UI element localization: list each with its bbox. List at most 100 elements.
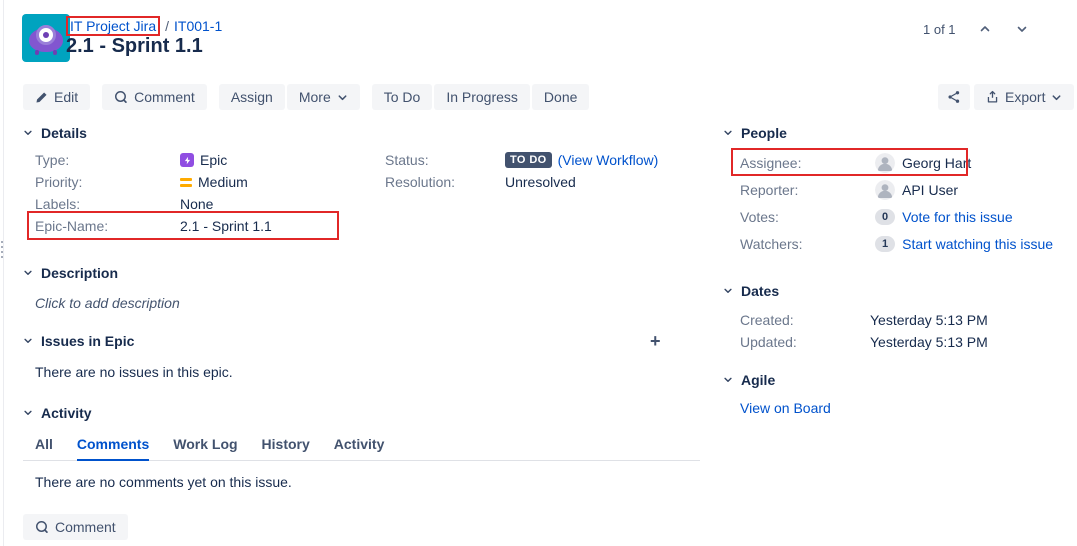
collapse-people-button[interactable] [723, 128, 733, 138]
breadcrumb-issue-key-link[interactable]: IT001-1 [174, 18, 222, 34]
tab-activity[interactable]: Activity [334, 436, 385, 460]
agile-section: Agile View on Board [723, 370, 1068, 418]
epic-name-label: Epic-Name: [35, 218, 180, 234]
updated-label: Updated: [740, 334, 870, 350]
done-transition-button[interactable]: Done [532, 84, 589, 110]
dates-heading: Dates [741, 283, 779, 299]
in-progress-transition-button[interactable]: In Progress [434, 84, 530, 110]
sidebar-resize-handle[interactable] [1, 241, 3, 258]
epic-name-value: 2.1 - Sprint 1.1 [180, 218, 272, 234]
more-button[interactable]: More [287, 84, 360, 110]
avatar-alien-pupil [43, 32, 49, 38]
share-button[interactable] [938, 84, 970, 110]
assignee-user-link[interactable]: Georg Hart [902, 155, 971, 171]
footer-comment-button[interactable]: Comment [23, 514, 128, 540]
type-label: Type: [35, 152, 180, 168]
more-button-label: More [299, 89, 331, 105]
watchers-label: Watchers: [740, 236, 875, 252]
edit-button[interactable]: Edit [23, 84, 90, 110]
labels-field-row: Labels: None [35, 193, 700, 215]
description-placeholder[interactable]: Click to add description [35, 295, 700, 311]
assignee-label: Assignee: [740, 155, 875, 171]
tab-history[interactable]: History [262, 436, 310, 460]
collapse-description-button[interactable] [23, 268, 33, 278]
chevron-down-icon [723, 286, 733, 296]
annotation-box-project-link: IT Project Jira [66, 16, 160, 36]
view-on-board-link[interactable]: View on Board [740, 400, 831, 416]
status-value: TO DO (View Workflow) [505, 152, 658, 168]
issues-in-epic-heading: Issues in Epic [41, 333, 134, 349]
edit-button-label: Edit [54, 89, 78, 105]
view-workflow-link[interactable]: (View Workflow) [558, 152, 659, 168]
dates-rows: Created: Yesterday 5:13 PM Updated: Yest… [723, 309, 1068, 353]
watchers-count-badge[interactable]: 1 [875, 236, 895, 252]
watch-link[interactable]: Start watching this issue [902, 236, 1053, 252]
collapse-agile-button[interactable] [723, 375, 733, 385]
chevron-down-icon [23, 268, 33, 278]
votes-label: Votes: [740, 209, 875, 225]
project-avatar[interactable] [22, 14, 70, 62]
tab-work-log[interactable]: Work Log [173, 436, 237, 460]
details-heading: Details [41, 125, 87, 141]
dates-section-header: Dates [723, 281, 1068, 301]
created-value: Yesterday 5:13 PM [870, 312, 988, 328]
priority-value: Medium [180, 174, 248, 190]
reporter-user-link[interactable]: API User [902, 182, 958, 198]
previous-issue-button[interactable] [977, 21, 993, 37]
details-section-header: Details [23, 123, 700, 143]
created-label: Created: [740, 312, 870, 328]
issue-pager: 1 of 1 [923, 21, 1030, 37]
export-button[interactable]: Export [974, 84, 1074, 110]
avatar-alien-foot [35, 50, 39, 55]
chevron-down-icon [1051, 92, 1062, 103]
agile-heading: Agile [741, 372, 775, 388]
add-issue-to-epic-button[interactable]: + [646, 331, 665, 351]
breadcrumb-project-link[interactable]: IT Project Jira [70, 18, 156, 34]
activity-tabs: All Comments Work Log History Activity [23, 436, 700, 461]
tab-comments[interactable]: Comments [77, 436, 149, 461]
type-value-text: Epic [200, 152, 227, 168]
breadcrumb-separator: / [165, 18, 169, 34]
todo-transition-button[interactable]: To Do [372, 84, 433, 110]
dates-section: Dates Created: Yesterday 5:13 PM Updated… [723, 281, 1068, 353]
labels-value: None [180, 196, 213, 212]
watchers-value: 1 Start watching this issue [875, 236, 1053, 252]
reporter-avatar [875, 180, 895, 200]
chevron-up-icon [979, 23, 991, 35]
status-field-row: Status: TO DO (View Workflow) [385, 149, 658, 171]
issues-in-epic-section: Issues in Epic + There are no issues in … [23, 331, 700, 380]
tab-all[interactable]: All [35, 436, 53, 460]
chevron-down-icon [1016, 23, 1028, 35]
pencil-icon [35, 91, 48, 104]
description-section-header: Description [23, 263, 700, 283]
details-fields: Type: Epic Priority: Medium Labels: None… [23, 149, 700, 237]
people-heading: People [741, 125, 787, 141]
collapse-dates-button[interactable] [723, 286, 733, 296]
assignee-avatar [875, 153, 895, 173]
vote-link[interactable]: Vote for this issue [902, 209, 1013, 225]
updated-row: Updated: Yesterday 5:13 PM [740, 331, 1068, 353]
breadcrumb: IT Project Jira / IT001-1 [66, 16, 222, 36]
assign-more-group: Assign More [219, 84, 360, 110]
collapse-activity-button[interactable] [23, 408, 33, 418]
comment-bubble-icon [35, 520, 49, 534]
export-button-label: Export [1005, 89, 1045, 105]
reporter-value: API User [875, 180, 958, 200]
comment-button[interactable]: Comment [102, 84, 207, 110]
activity-heading: Activity [41, 405, 92, 421]
issues-in-epic-empty-text: There are no issues in this epic. [35, 364, 700, 380]
votes-count-badge[interactable]: 0 [875, 209, 895, 225]
agile-section-header: Agile [723, 370, 1068, 390]
collapse-details-button[interactable] [23, 128, 33, 138]
people-section-header: People [723, 123, 1068, 143]
votes-row: Votes: 0 Vote for this issue [740, 203, 1068, 230]
watchers-row: Watchers: 1 Start watching this issue [740, 230, 1068, 257]
chevron-down-icon [723, 128, 733, 138]
assign-button[interactable]: Assign [219, 84, 285, 110]
collapse-issues-button[interactable] [23, 336, 33, 346]
description-section: Description Click to add description [23, 263, 700, 311]
resolution-value: Unresolved [505, 174, 576, 190]
next-issue-button[interactable] [1014, 21, 1030, 37]
sidebar-divider [3, 0, 4, 546]
toolbar-right: Export [938, 84, 1074, 110]
